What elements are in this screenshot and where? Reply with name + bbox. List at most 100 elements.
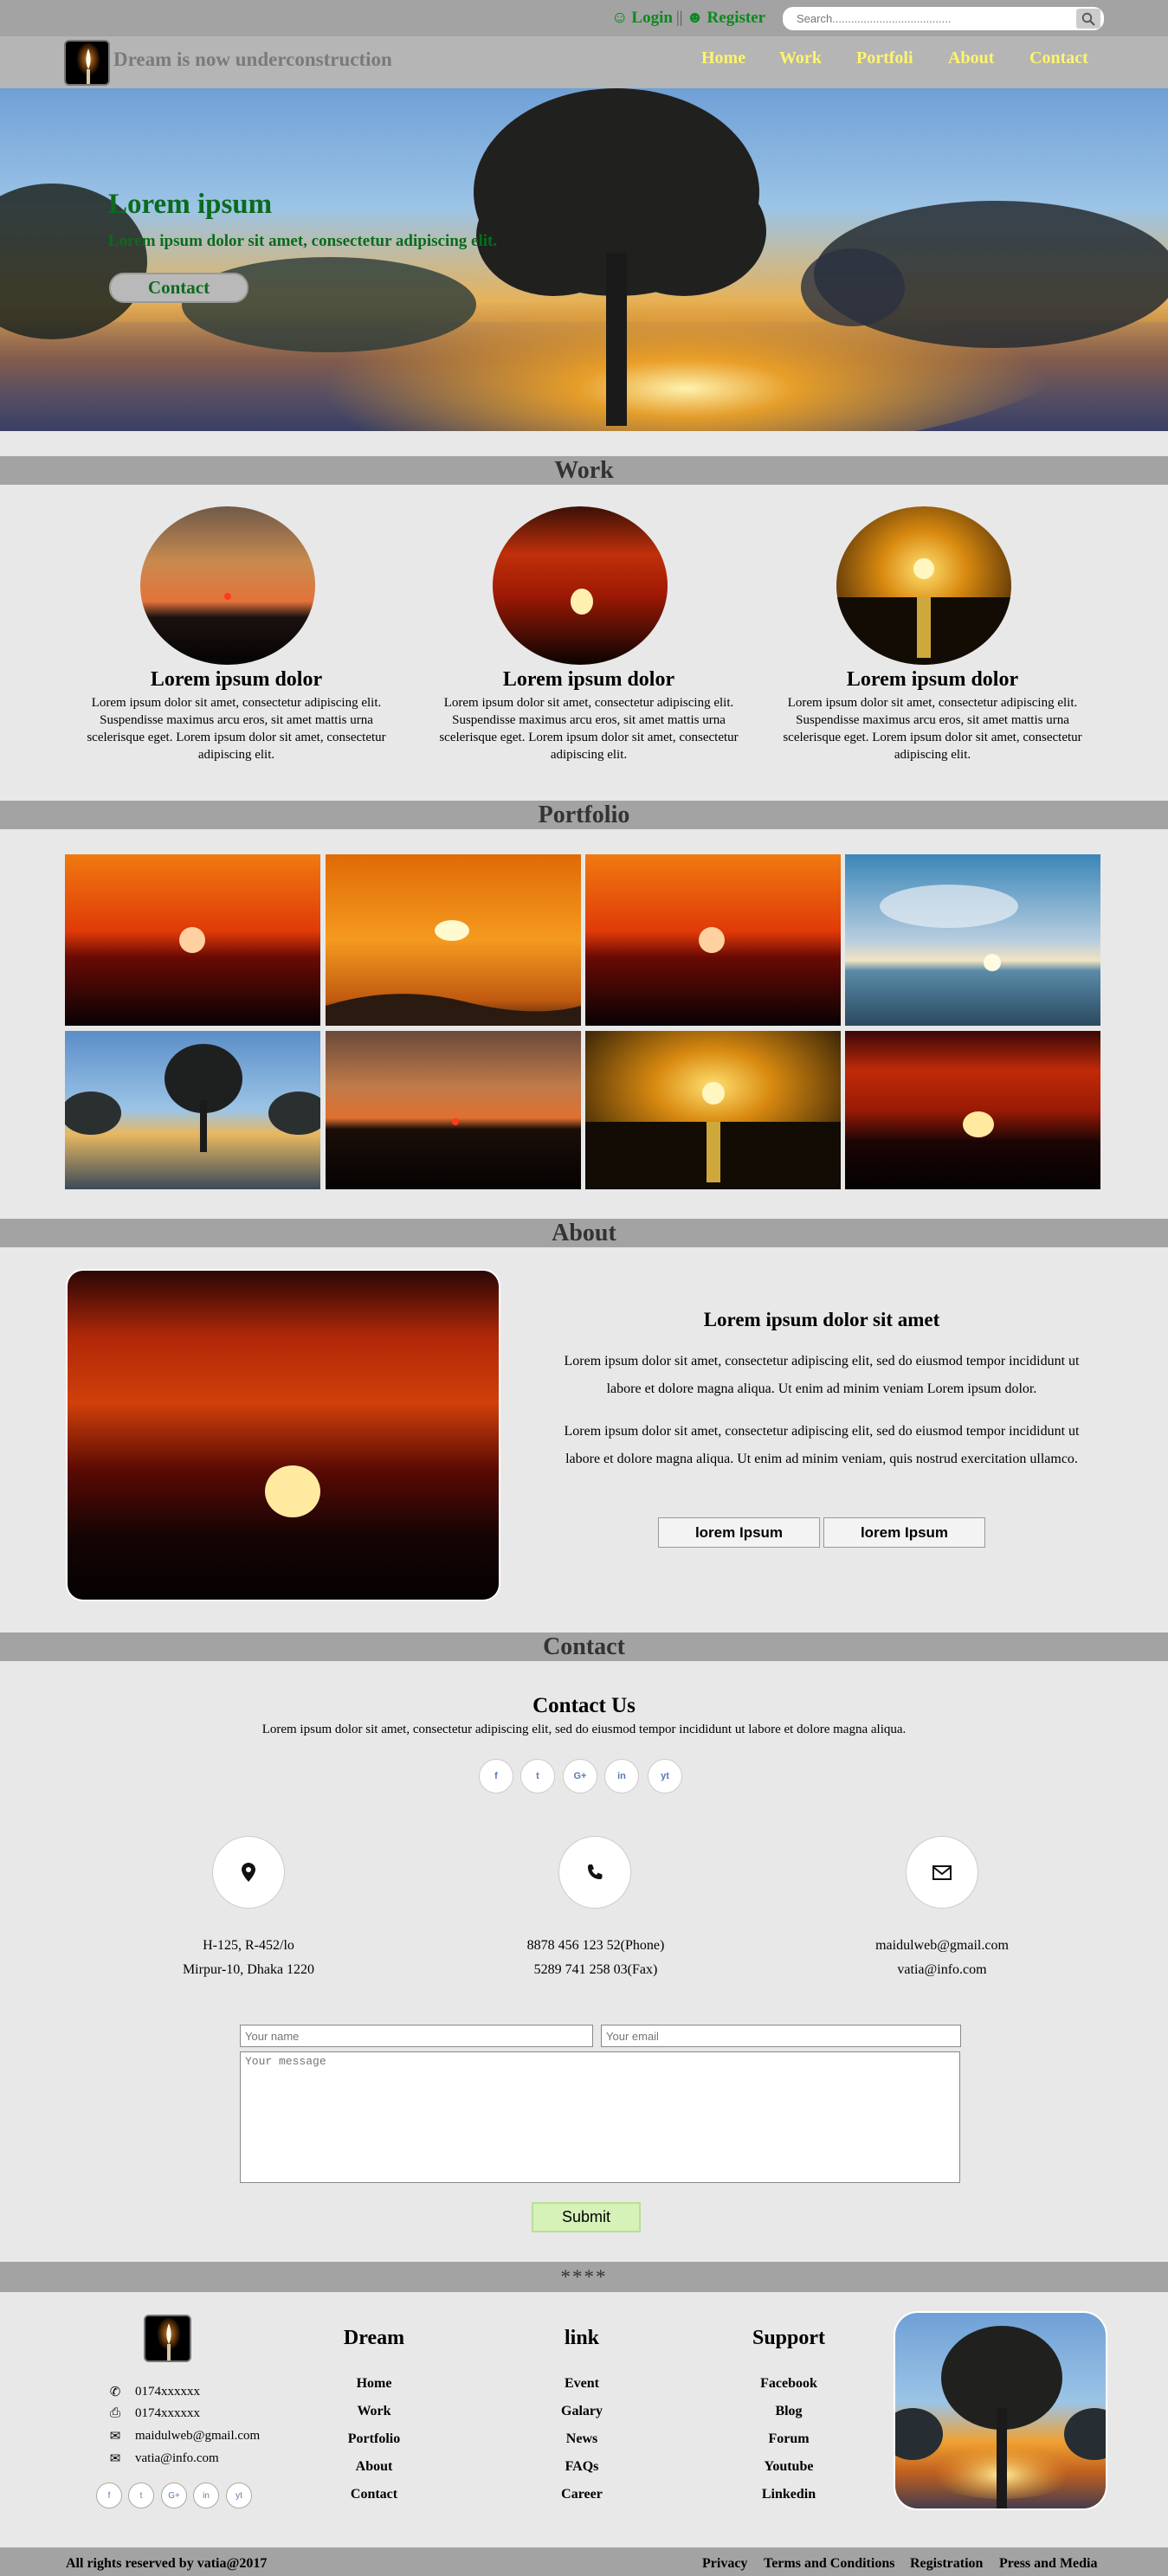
google-plus-icon[interactable]: G+	[161, 2483, 187, 2508]
footer-link-forum[interactable]: Forum	[702, 2431, 875, 2447]
footer-col-title-dream: Dream	[343, 2327, 405, 2349]
envelope-icon: ✉	[109, 2430, 121, 2444]
nav-work[interactable]: Work	[779, 48, 822, 68]
message-field[interactable]	[240, 2051, 960, 2183]
work-heading: Work	[0, 456, 1168, 485]
tree-sunrise-footer-image	[895, 2313, 1106, 2508]
about-image	[66, 1269, 500, 1601]
footer-email-line-2: ✉ vatia@info.com	[107, 2450, 219, 2467]
auth-separator: ||	[675, 9, 683, 27]
work-item-text-2: Lorem ipsum dolor sit amet, consectetur …	[439, 696, 739, 762]
phone-icon: ✆	[109, 2386, 121, 2399]
footer-link-home[interactable]: Home	[287, 2376, 461, 2392]
footer-email-text-1: maidulweb@gmail.com	[135, 2429, 261, 2443]
portfolio-image-8[interactable]	[845, 1031, 1100, 1189]
search-icon	[1081, 12, 1095, 26]
email-field[interactable]	[601, 2025, 961, 2047]
address-line-2: Mirpur-10, Dhaka 1220	[182, 1962, 315, 1977]
footer-link-career[interactable]: Career	[495, 2487, 668, 2502]
nav-portfolio[interactable]: Portfoli	[856, 48, 913, 68]
red-sunset-image	[493, 506, 668, 665]
register-link[interactable]: Register	[707, 9, 766, 28]
about-paragraph-1: Lorem ipsum dolor sit amet, consectetur …	[564, 1354, 1080, 1396]
footer-logo[interactable]	[144, 2315, 191, 2362]
twitter-icon[interactable]: t	[128, 2483, 154, 2508]
footer-link-event[interactable]: Event	[495, 2376, 668, 2392]
phone-line-1: 8878 456 123 52(Phone)	[526, 1938, 665, 1953]
nav-about[interactable]: About	[948, 48, 994, 68]
search-button[interactable]	[1076, 9, 1100, 29]
login-link[interactable]: Login	[631, 9, 673, 28]
users-icon: ☻	[686, 9, 704, 27]
location-pin-icon	[242, 1863, 255, 1882]
auth-links: ☺ Login || ☻ Register	[611, 9, 765, 28]
portfolio-image-7[interactable]	[585, 1031, 841, 1189]
portfolio-image-1[interactable]	[65, 854, 320, 1026]
submit-button[interactable]: Submit	[532, 2202, 641, 2232]
orange-sky-sunset-image	[326, 854, 581, 1026]
about-heading: About	[0, 1219, 1168, 1247]
candle-logo-icon	[145, 2316, 190, 2360]
sunset-clouds-image	[140, 506, 315, 665]
facebook-icon[interactable]: f	[96, 2483, 122, 2508]
footer-link-about[interactable]: About	[287, 2459, 461, 2475]
linkedin-icon[interactable]: in	[193, 2483, 219, 2508]
work-image-3	[836, 506, 1011, 665]
about-button-2[interactable]: lorem Ipsum	[823, 1517, 985, 1548]
footer-link-youtube[interactable]: Youtube	[702, 2459, 875, 2475]
youtube-icon[interactable]: yt	[648, 1759, 682, 1794]
bottom-link-registration[interactable]: Registration	[910, 2556, 983, 2572]
hero-contact-button[interactable]: Contact	[109, 273, 248, 303]
bottom-link-press[interactable]: Press and Media	[999, 2556, 1097, 2572]
address-circle	[212, 1836, 285, 1909]
portfolio-image-3[interactable]	[585, 854, 841, 1026]
footer-link-work[interactable]: Work	[287, 2404, 461, 2419]
twitter-icon[interactable]: t	[520, 1759, 555, 1794]
portfolio-image-6[interactable]	[326, 1031, 581, 1189]
footer-email-line-1: ✉ maidulweb@gmail.com	[107, 2428, 261, 2444]
tree-sunrise-image	[65, 1031, 320, 1189]
nav-home[interactable]: Home	[701, 48, 745, 68]
address-line-1: H-125, R-452/lo	[203, 1938, 294, 1953]
footer-link-facebook[interactable]: Facebook	[702, 2376, 875, 2392]
footer-link-faqs[interactable]: FAQs	[495, 2459, 668, 2475]
red-horizon-sunset-image-2	[585, 854, 841, 1026]
phone-icon	[588, 1864, 603, 1879]
youtube-icon[interactable]: yt	[226, 2483, 252, 2508]
phone-circle	[558, 1836, 631, 1909]
envelope-icon: ✉	[109, 2452, 121, 2466]
contact-title: Contact Us	[532, 1694, 636, 1717]
logo[interactable]	[64, 40, 110, 86]
footer-link-portfolio[interactable]: Portfolio	[287, 2431, 461, 2447]
footer-link-linkedin[interactable]: Linkedin	[702, 2487, 875, 2502]
portfolio-image-4[interactable]	[845, 854, 1100, 1026]
google-plus-icon[interactable]: G+	[563, 1759, 597, 1794]
portfolio-image-2[interactable]	[326, 854, 581, 1026]
footer-phone-text: 0174xxxxxx	[135, 2385, 200, 2399]
name-field[interactable]	[240, 2025, 593, 2047]
footer-link-galary[interactable]: Galary	[495, 2404, 668, 2419]
footer-col-title-link: link	[564, 2327, 600, 2349]
facebook-icon[interactable]: f	[479, 1759, 513, 1794]
nav-contact[interactable]: Contact	[1029, 48, 1088, 68]
crimson-sunset-large-image	[68, 1271, 499, 1600]
footer-stars: ****	[0, 2262, 1168, 2292]
search-input[interactable]	[797, 10, 1056, 27]
footer-link-blog[interactable]: Blog	[702, 2404, 875, 2419]
footer-fax-text: 0174xxxxxx	[135, 2405, 200, 2420]
contact-heading: Contact	[0, 1633, 1168, 1661]
red-horizon-sunset-image	[65, 854, 320, 1026]
footer-link-news[interactable]: News	[495, 2431, 668, 2447]
linkedin-icon[interactable]: in	[604, 1759, 639, 1794]
about-button-1[interactable]: lorem Ipsum	[658, 1517, 820, 1548]
about-paragraph-2: Lorem ipsum dolor sit amet, consectetur …	[564, 1424, 1080, 1466]
golden-sea-sunset-image	[836, 506, 1011, 665]
bottom-link-terms[interactable]: Terms and Conditions	[764, 2556, 894, 2572]
bottom-link-privacy[interactable]: Privacy	[702, 2556, 747, 2572]
work-item-text-3: Lorem ipsum dolor sit amet, consectetur …	[783, 696, 1082, 762]
copyright-text: All rights reserved by vatia@2017	[66, 2556, 268, 2571]
work-image-2	[493, 506, 668, 665]
footer-link-contact[interactable]: Contact	[287, 2487, 461, 2502]
footer-email-text-2: vatia@info.com	[135, 2451, 219, 2465]
portfolio-image-5[interactable]	[65, 1031, 320, 1189]
